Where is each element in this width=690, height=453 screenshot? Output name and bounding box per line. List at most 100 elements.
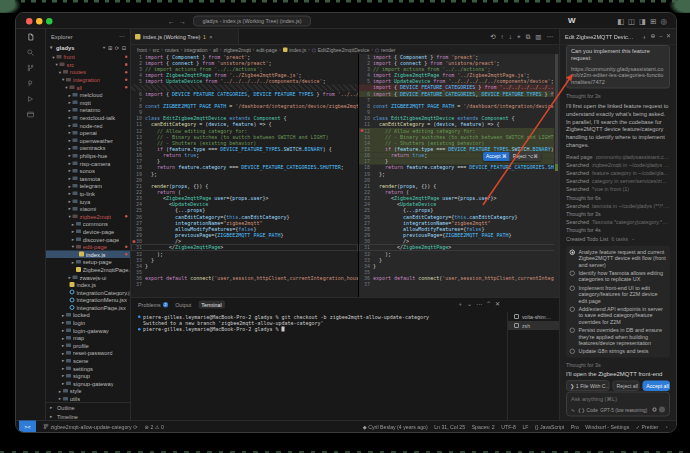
explorer-item-integration[interactable]: ▾integration: [46, 76, 130, 84]
terminal-instance-zsh[interactable]: zsh: [508, 321, 559, 330]
explorer-item-settings[interactable]: ▸settings: [46, 364, 130, 372]
panel-maximize-icon[interactable]: ⌃: [486, 300, 491, 309]
next-change-icon[interactable]: ↓: [509, 33, 512, 41]
explorer-item-IntegrationPage.jsx[interactable]: IntegrationPage.jsx: [46, 304, 130, 312]
mode-selector[interactable]: ❬❭ Code: [577, 407, 597, 413]
toggle-secondarybar-icon[interactable]: ◨: [639, 16, 646, 26]
outline-section[interactable]: ▸Outline: [46, 403, 130, 412]
chat-step-9[interactable]: Thought for 4s: [566, 226, 670, 234]
feature-request-url[interactable]: https://community.gladysassistant.com/t/…: [571, 65, 665, 85]
terminal-output[interactable]: pierre-gilles.leymarie@MacBook-Pro-2 gla…: [138, 314, 500, 416]
explorer-item-front[interactable]: ▾front: [46, 53, 130, 61]
formatter-indicator[interactable]: ✓Prettier: [636, 424, 659, 430]
traffic-close-button[interactable]: [26, 18, 33, 25]
breadcrumb-item-routes[interactable]: routes: [165, 47, 179, 53]
prev-change-icon[interactable]: ↑: [501, 33, 504, 41]
files-changed-chip[interactable]: ❯ 1 File With C…: [566, 380, 610, 391]
terminal-instance-voltashim[interactable]: volta-shim…: [508, 312, 559, 321]
new-file-icon[interactable]: +: [102, 44, 105, 50]
chat-input-box[interactable]: Ask anything (⌘L) ∿ ❬❭ Code GPT-5 (low r…: [566, 392, 670, 417]
collapse-folders-icon[interactable]: ⊟: [122, 44, 126, 50]
explorer-item-nextcloud-talk[interactable]: ▸nextcloud-talk: [46, 114, 130, 122]
panel-tab-terminal[interactable]: Terminal: [198, 301, 224, 309]
chat-minimize-icon[interactable]: –: [659, 32, 662, 41]
explorer-item-IntegrationCategory.jsx[interactable]: IntegrationCategory.jsx: [46, 288, 130, 296]
chat-close-icon[interactable]: ✕: [666, 32, 671, 41]
todo-item-1[interactable]: Identify how Tasmota allows editing cate…: [570, 270, 667, 282]
explorer-item-owntracks[interactable]: ▸owntracks: [46, 144, 130, 152]
chat-step-10[interactable]: Created Todo List6 tasks⌄: [566, 234, 670, 242]
breadcrumb[interactable]: front›src›routes›integration›all›zigbee2…: [131, 45, 559, 54]
todo-item-0[interactable]: Analyze feature request and current Zigb…: [570, 249, 667, 268]
explorer-item-telegram[interactable]: ▸telegram: [46, 182, 130, 190]
explorer-item-commons[interactable]: ▸commons: [46, 220, 130, 228]
branch-indicator[interactable]: zigbee2mqtt-allow-update-category ⟳: [43, 424, 138, 430]
explorer-item-edit-page[interactable]: ▾edit-page: [46, 243, 130, 251]
discard-icon[interactable]: ⟲: [490, 33, 495, 41]
remote-indicator[interactable]: ><: [19, 421, 36, 433]
panel-more-icon[interactable]: ⋯: [476, 300, 482, 309]
wave-icon[interactable]: ∿: [571, 407, 575, 413]
search-activity-icon[interactable]: [16, 45, 46, 61]
explorer-item-all[interactable]: ▾all: [46, 83, 130, 91]
chat-step-2[interactable]: Searchedfeature category in ~/code/glad…: [566, 169, 670, 177]
timeline-section[interactable]: ▸Timeline: [46, 412, 130, 420]
encoding[interactable]: UTF-8: [501, 424, 516, 430]
chat-step-4[interactable]: Searched*vue in front (1): [566, 185, 670, 193]
explorer-item-mqtt[interactable]: ▸mqtt: [46, 99, 130, 107]
breadcrumb-item-src[interactable]: src: [153, 47, 160, 53]
todo-item-5[interactable]: Update i18n strings and tests: [570, 348, 667, 354]
model-selector[interactable]: GPT-5 (low reasoning): [600, 407, 647, 413]
breadcrumb-item-all[interactable]: all: [213, 47, 218, 53]
explorer-item-zwavejs-ui[interactable]: ▸zwavejs-ui: [46, 273, 130, 281]
explorer-item-index.js[interactable]: index.js: [46, 281, 130, 289]
breadcrumb-item-front[interactable]: front: [137, 47, 147, 53]
breadcrumb-item-render[interactable]: render: [381, 47, 395, 53]
cursor-position[interactable]: Ln 31, Col 25: [434, 424, 465, 430]
chat-step-6[interactable]: Searchedtasmota in ~/code/gladys (**/*.j…: [566, 201, 670, 209]
panel-tab-problems[interactable]: Problems2: [138, 302, 168, 308]
explorer-item-reset-password[interactable]: ▸reset-password: [46, 349, 130, 357]
todo-item-2[interactable]: Implement front-end UI to edit category/…: [570, 285, 667, 304]
command-center-searchbox[interactable]: gladys - index.js (Working Tree) (index.…: [193, 16, 311, 27]
customize-layout-icon[interactable]: ◎: [660, 16, 667, 26]
explorer-item-tp-link[interactable]: ▸tp-link: [46, 190, 130, 198]
bell-icon[interactable]: ◔: [665, 424, 668, 430]
todo-item-4[interactable]: Persist overrides in DB and ensure they'…: [570, 327, 667, 346]
breadcrumb-item-edit-page[interactable]: edit-page: [256, 47, 277, 53]
reject-change-button[interactable]: Reject ⌥⌘: [510, 152, 541, 161]
thought-row-1[interactable]: Thought for 3s: [566, 93, 670, 99]
inline-diff-actions[interactable]: Accept ⌘Reject ⌥⌘: [483, 152, 541, 161]
tab-close-icon[interactable]: ×: [209, 34, 212, 40]
explorer-more-icon[interactable]: ⋯: [119, 33, 125, 40]
explorer-item-sonos[interactable]: ▸sonos: [46, 167, 130, 175]
explorer-item-discover-page[interactable]: ▸discover-page: [46, 235, 130, 243]
toggle-diff-icon[interactable]: ▥: [535, 33, 541, 41]
explorer-item-zigbee2mqtt[interactable]: ▾zigbee2mqtt: [46, 212, 130, 220]
explorer-item-melcloud[interactable]: ▸melcloud: [46, 91, 130, 99]
split-editor-icon[interactable]: ⧉: [526, 33, 531, 41]
explorer-item-routes[interactable]: ▾routes: [46, 68, 130, 76]
chat-step-3[interactable]: Searchedcategory in server/services/zigb…: [566, 177, 670, 185]
debug-activity-icon[interactable]: [16, 91, 46, 107]
explorer-item-signup-gateway[interactable]: ▸signup-gateway: [46, 380, 130, 388]
chat-step-1[interactable]: Searchedzigbee2mqtt in ~/code/gladys (*…: [566, 160, 670, 168]
explorer-item-map[interactable]: ▸map: [46, 334, 130, 342]
chat-step-8[interactable]: SearchedTasmota.*category|category.*Tasm…: [566, 218, 670, 226]
breadcrumb-item-zigbee2mqtt[interactable]: zigbee2mqtt: [224, 47, 251, 53]
extensions-activity-icon[interactable]: [16, 76, 46, 92]
diff-pane-original[interactable]: 1import { Component } from 'preact';2imp…: [131, 54, 359, 297]
history-back-button[interactable]: ←: [168, 16, 175, 26]
explorer-item-philips-hue[interactable]: ▸philips-hue: [46, 152, 130, 160]
explorer-item-device-page[interactable]: ▸device-page: [46, 228, 130, 236]
chat-new-icon[interactable]: ＋: [641, 32, 647, 41]
thought-row-2[interactable]: Thought for 3s: [566, 362, 670, 368]
toggle-panel-icon[interactable]: ◫: [628, 16, 635, 26]
explorer-item-xiaomi[interactable]: ▸xiaomi: [46, 205, 130, 213]
chat-history-icon[interactable]: ⊕: [651, 32, 656, 41]
more-actions-icon[interactable]: ⋯: [547, 33, 554, 41]
refresh-explorer-icon[interactable]: ⟳: [115, 44, 119, 50]
remote-activity-icon[interactable]: [16, 107, 46, 123]
explorer-item-tuya[interactable]: ▸tuya: [46, 197, 130, 205]
pin-icon[interactable]: ⌖: [517, 33, 521, 41]
